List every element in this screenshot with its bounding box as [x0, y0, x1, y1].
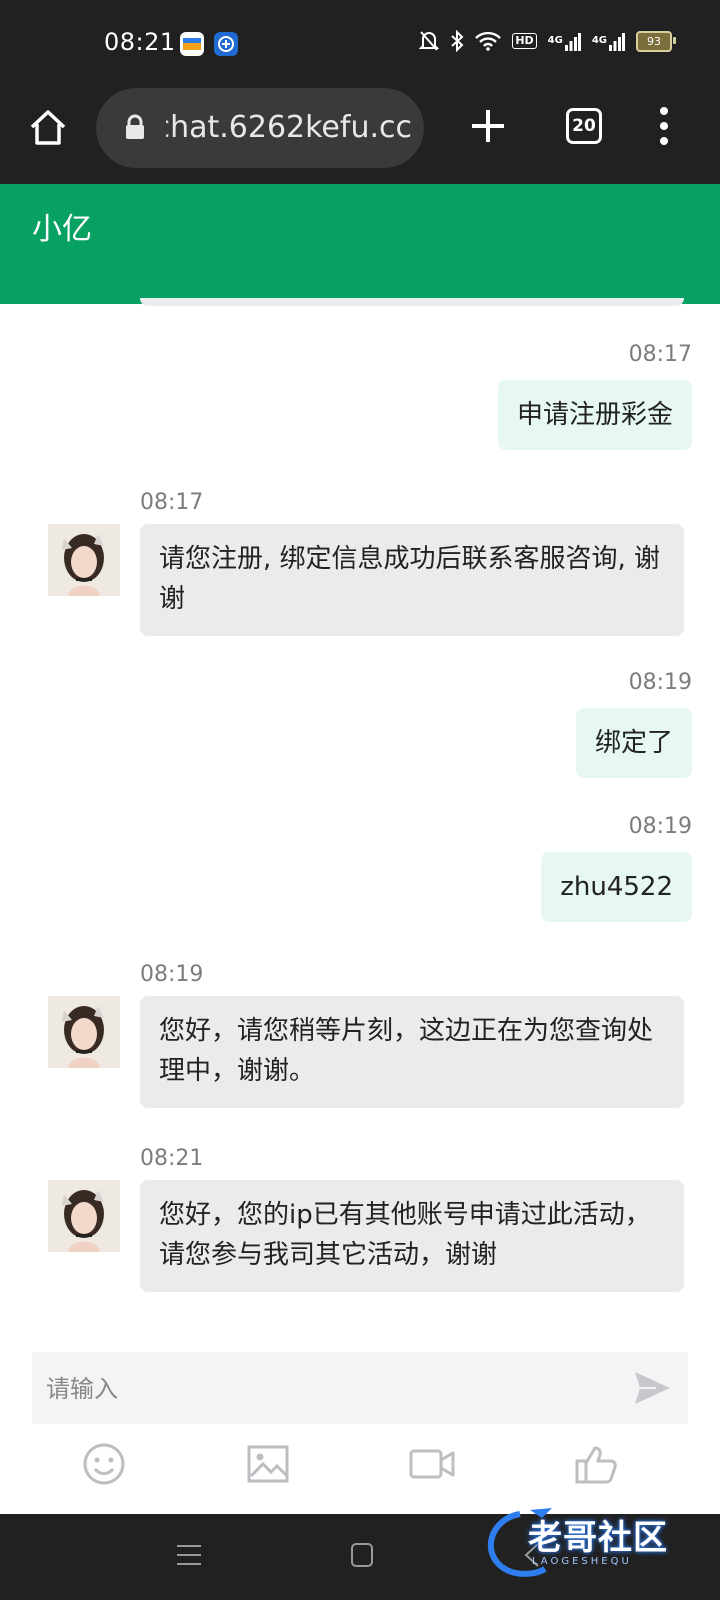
message-time: 08:17 — [628, 342, 692, 367]
emoji-icon[interactable] — [82, 1442, 126, 1486]
new-tab-icon[interactable] — [468, 106, 508, 146]
watermark-text: 老哥社区 — [528, 1518, 668, 1558]
outgoing-message: 绑定了 — [575, 708, 692, 778]
more-menu-icon[interactable] — [656, 106, 672, 146]
send-icon[interactable] — [632, 1368, 672, 1408]
chat-title: 小亿 — [32, 212, 92, 247]
signal-label: 4G — [547, 35, 563, 46]
message-time: 08:17 — [140, 490, 204, 515]
video-icon[interactable] — [408, 1442, 456, 1486]
message-time: 08:19 — [628, 670, 692, 695]
agent-avatar — [48, 996, 120, 1068]
message-composer — [32, 1352, 688, 1424]
lock-icon — [124, 114, 146, 140]
browser-toolbar: chat.6262kefu.cc 20 — [0, 84, 720, 184]
chat-header: 小亿 — [0, 184, 720, 304]
image-icon[interactable] — [246, 1442, 290, 1486]
incoming-message: 请您注册, 绑定信息成功后联系客服咨询, 谢谢 — [140, 524, 684, 636]
composer-toolbar — [0, 1442, 720, 1502]
status-bar: 08:21 HD 4G 4G 93 — [0, 0, 720, 84]
tab-switcher-button[interactable]: 20 — [566, 108, 602, 144]
url-value: chat.6262kefu.cc — [166, 110, 412, 145]
signal-label-2: 4G — [591, 35, 607, 46]
previous-message-edge — [140, 298, 684, 306]
incoming-message: 您好，请您稍等片刻，这边正在为您查询处理中，谢谢。 — [140, 996, 684, 1108]
status-icons: HD 4G 4G 93 — [419, 30, 676, 52]
url-text[interactable]: chat.6262kefu.cc — [166, 108, 412, 148]
incoming-message: 您好，您的ip已有其他账号申请过此活动，请您参与我司其它活动，谢谢 — [140, 1180, 684, 1292]
home-nav-icon[interactable] — [350, 1542, 374, 1572]
message-time: 08:19 — [140, 962, 204, 987]
battery-icon: 93 — [636, 30, 676, 52]
message-time: 08:21 — [140, 1146, 204, 1171]
bell-muted-icon — [419, 30, 440, 52]
outgoing-message: 申请注册彩金 — [497, 380, 692, 450]
message-input[interactable] — [44, 1364, 628, 1414]
cell-signal-icon: 4G — [548, 31, 581, 51]
address-bar[interactable]: chat.6262kefu.cc — [96, 88, 424, 168]
outgoing-message: zhu4522 — [541, 852, 692, 922]
watermark-subtext: LAOGESHEQU — [532, 1556, 632, 1567]
bluetooth-icon — [450, 30, 464, 52]
recent-apps-icon[interactable] — [176, 1542, 202, 1572]
wallet-app-icon — [180, 32, 204, 56]
hd-voice-badge: HD — [512, 33, 537, 49]
wifi-icon — [475, 31, 502, 51]
status-time: 08:21 — [104, 28, 176, 56]
cell-signal-icon-2: 4G — [592, 31, 625, 51]
agent-avatar — [48, 524, 120, 596]
home-icon[interactable] — [26, 106, 70, 150]
agent-avatar — [48, 1180, 120, 1252]
message-time: 08:19 — [628, 814, 692, 839]
thumbs-up-icon[interactable] — [574, 1442, 618, 1486]
banking-app-icon — [214, 32, 238, 56]
